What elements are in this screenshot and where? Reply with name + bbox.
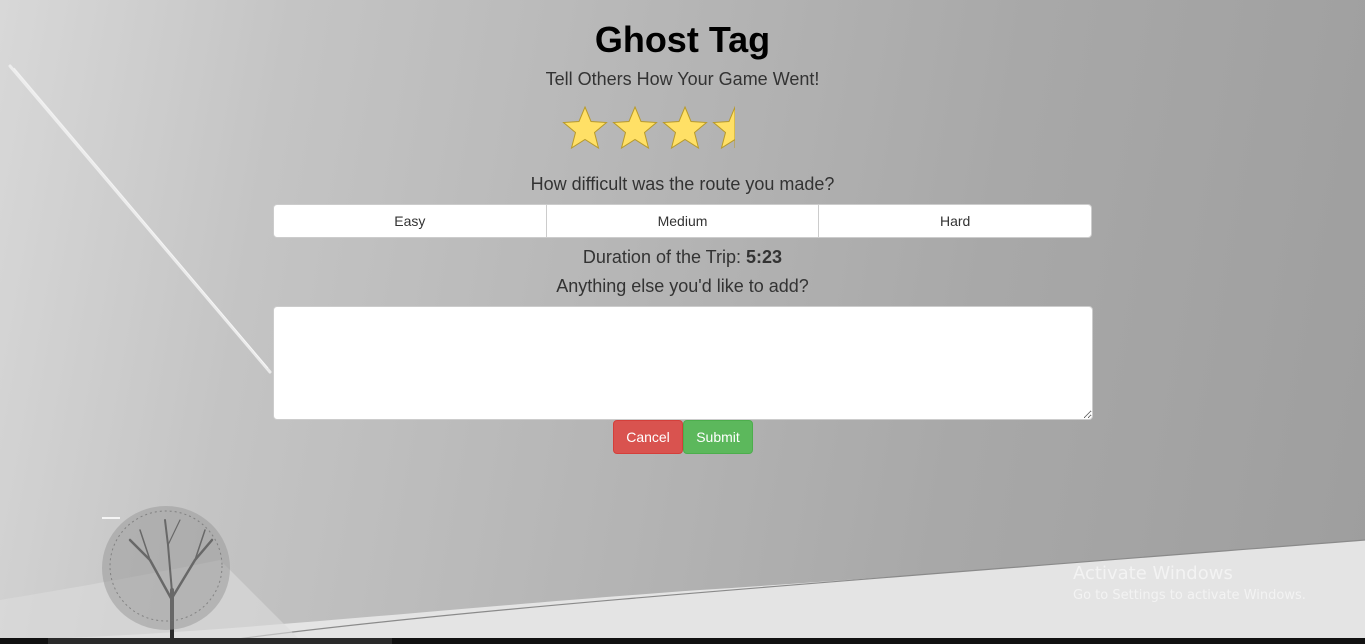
trip-duration: Duration of the Trip: 5:23	[0, 246, 1365, 268]
difficulty-medium-button[interactable]: Medium	[545, 204, 820, 238]
duration-label: Duration of the Trip:	[582, 247, 742, 267]
star-icon[interactable]	[560, 104, 610, 152]
cancel-button[interactable]: Cancel	[613, 420, 683, 454]
star-icon[interactable]	[610, 104, 660, 152]
star-rating[interactable]	[560, 104, 760, 152]
comment-question: Anything else you'd like to add?	[556, 276, 809, 296]
difficulty-options: Easy Medium Hard	[273, 204, 1093, 238]
difficulty-easy-button[interactable]: Easy	[273, 204, 547, 238]
taskbar	[0, 638, 1365, 644]
submit-button[interactable]: Submit	[683, 420, 753, 454]
form-actions: Cancel Submit	[613, 420, 753, 454]
duration-value: 5:23	[746, 247, 783, 267]
star-icon[interactable]	[660, 104, 710, 152]
watermark-title: Activate Windows	[1073, 563, 1233, 584]
activate-windows-watermark: Activate Windows Go to Settings to activ…	[1073, 562, 1306, 606]
star-icon[interactable]	[710, 104, 760, 152]
taskbar-item[interactable]	[48, 638, 392, 644]
watermark-subtitle: Go to Settings to activate Windows.	[1073, 588, 1306, 603]
comment-textarea[interactable]	[273, 306, 1093, 420]
page-subtitle: Tell Others How Your Game Went!	[545, 69, 820, 89]
difficulty-hard-button[interactable]: Hard	[818, 204, 1093, 238]
page-title: Ghost Tag	[594, 19, 771, 60]
difficulty-question: How difficult was the route you made?	[530, 174, 835, 194]
